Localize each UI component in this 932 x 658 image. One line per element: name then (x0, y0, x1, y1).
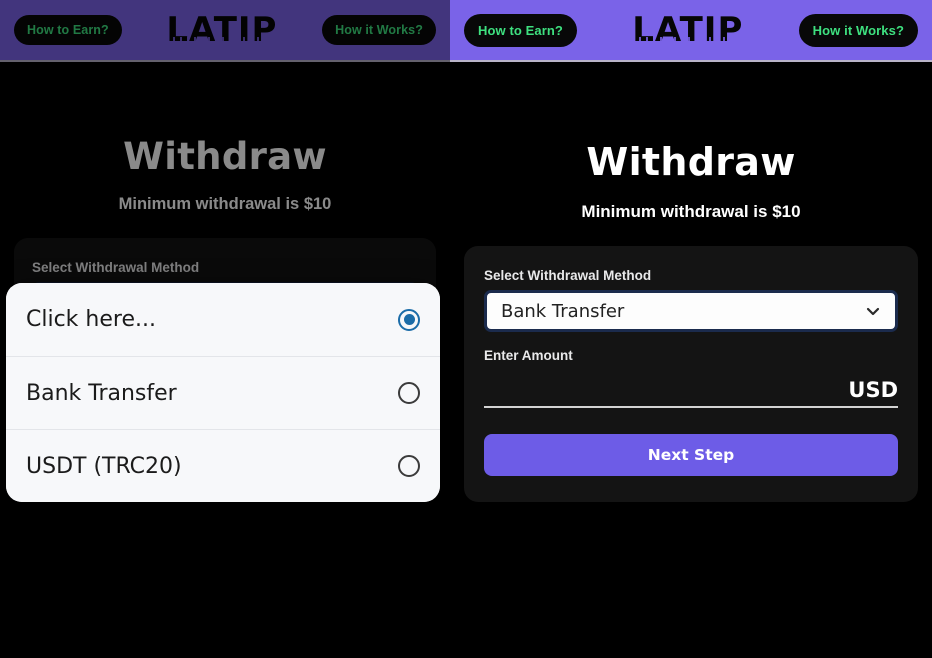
withdrawal-method-select[interactable]: Bank Transfer (484, 290, 898, 332)
withdrawal-method-dropdown[interactable]: Click here... Bank Transfer USDT (TRC20) (6, 283, 440, 502)
radio-unselected-icon[interactable] (398, 455, 420, 477)
right-page-body: Withdraw Minimum withdrawal is $10 Selec… (450, 62, 932, 502)
amount-label: Enter Amount (484, 348, 573, 363)
latip-logo[interactable]: LATIP (632, 13, 743, 48)
dropdown-option-label: Bank Transfer (26, 380, 177, 406)
dropdown-option-label: Click here... (26, 307, 156, 332)
dropdown-option-click-here[interactable]: Click here... (6, 283, 440, 356)
method-label: Select Withdrawal Method (484, 268, 652, 283)
how-it-works-button[interactable]: How it Works? (798, 13, 918, 47)
site-header-right: How to Earn? LATIP How it Works? (450, 0, 932, 62)
withdraw-card: Select Withdrawal Method Bank Transfer E… (464, 246, 918, 502)
amount-input[interactable]: USD (484, 370, 898, 408)
right-panel: How to Earn? LATIP How it Works? Withdra… (450, 0, 932, 658)
dropdown-option-label: USDT (TRC20) (26, 453, 182, 479)
radio-selected-icon[interactable] (398, 308, 420, 331)
page-subtitle: Minimum withdrawal is $10 (581, 202, 801, 221)
app-screen: How to Earn? LATIP How it Works? Withdra… (0, 0, 932, 658)
dropdown-option-usdt-trc20[interactable]: USDT (TRC20) (6, 429, 440, 502)
chevron-down-icon (866, 307, 880, 316)
dropdown-option-bank-transfer[interactable]: Bank Transfer (6, 356, 440, 429)
how-to-earn-button[interactable]: How to Earn? (464, 13, 577, 47)
radio-unselected-icon[interactable] (398, 382, 420, 404)
next-step-button[interactable]: Next Step (484, 434, 898, 476)
withdrawal-method-value: Bank Transfer (501, 300, 625, 322)
currency-suffix: USD (848, 378, 898, 402)
left-panel: How to Earn? LATIP How it Works? Withdra… (0, 0, 450, 658)
page-title: Withdraw (586, 140, 796, 184)
